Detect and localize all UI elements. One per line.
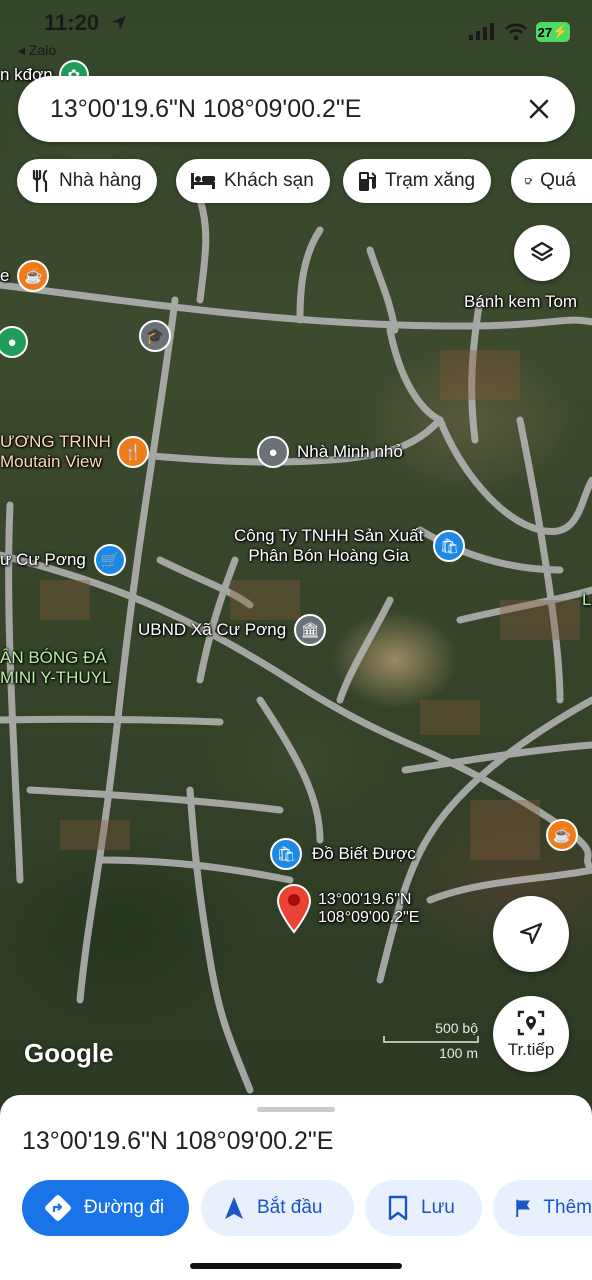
cellular-signal-icon	[469, 23, 494, 40]
more-button[interactable]: Thêm	[493, 1180, 592, 1236]
directions-button[interactable]: Đường đi	[22, 1180, 189, 1236]
my-location-button[interactable]	[493, 896, 569, 972]
poi-restaurant[interactable]: ƯƠNG TRINH Moutain View 🍴	[0, 432, 149, 472]
pin-coord-line1: 13°00'19.6"N	[318, 891, 412, 908]
chip-label: Quá	[540, 170, 576, 191]
status-time: 11:20	[44, 10, 100, 35]
poi-label: Đồ Biết Được	[312, 844, 416, 863]
search-input[interactable]: 13°00'19.6"N 108°09'00.2"E	[50, 95, 511, 124]
poi-label-line1: Công Ty TNHH Sản Xuất	[234, 526, 424, 545]
poi-school[interactable]: 🎓	[139, 320, 171, 352]
location-arrow-icon	[112, 16, 126, 30]
graduation-cap-icon: 🎓	[139, 320, 171, 352]
chip-hotels[interactable]: Khách sạn	[176, 159, 330, 203]
clear-search-button[interactable]	[511, 81, 567, 137]
chip-label: Khách sạn	[224, 170, 314, 191]
shopping-cart-icon: 🛒	[93, 544, 126, 576]
google-logo: Google	[24, 1038, 114, 1068]
map-pin-icon: ●	[257, 436, 289, 468]
search-bar[interactable]: 13°00'19.6"N 108°09'00.2"E	[18, 76, 575, 142]
scale-bar: 500 bộ 100 m	[382, 1020, 482, 1062]
poi-right-edge[interactable]: L	[582, 590, 591, 610]
chip-label: Trạm xăng	[385, 170, 476, 191]
start-button[interactable]: Bắt đầu	[201, 1180, 354, 1236]
poi-company[interactable]: Công Ty TNHH Sản Xuất Phân Bón Hoàng Gia…	[234, 526, 466, 566]
directions-label: Đường đi	[84, 1197, 165, 1218]
chip-cafes[interactable]: Quá	[511, 159, 592, 203]
cafe-icon: ☕	[17, 260, 50, 292]
back-to-app-link[interactable]: ◂ Zalo	[18, 42, 56, 59]
close-icon	[529, 99, 549, 119]
poi-football[interactable]: ÂN BÓNG ĐÁ MINI Y-THUYL	[0, 648, 111, 688]
layers-icon	[530, 241, 554, 262]
cafe-icon: ☕	[546, 819, 578, 851]
start-label: Bắt đầu	[257, 1197, 323, 1218]
poi-nha-minh-nho[interactable]: ● Nhà Minh nhỏ	[257, 436, 403, 468]
red-pin-icon	[276, 884, 312, 934]
poi-label: ư Cư Pơng	[0, 550, 86, 569]
poi-do-biet-duoc[interactable]: 🛍 Đồ Biết Được	[270, 838, 416, 870]
poi-banh-kem[interactable]: Bánh kem Tom	[464, 292, 577, 312]
poi-label-line1: ÂN BÓNG ĐÁ	[0, 648, 107, 667]
wifi-icon	[505, 23, 527, 41]
hotel-icon	[191, 173, 215, 189]
restaurant-icon	[32, 170, 48, 192]
poi-ubnd[interactable]: UBND Xã Cư Pơng 🏛	[138, 614, 327, 646]
dropped-pin[interactable]: 13°00'19.6"N 108°09'00.2"E	[276, 884, 419, 934]
flag-icon	[516, 1199, 530, 1217]
poi-label-line2: MINI Y-THUYL	[0, 668, 112, 687]
poi-label: L	[582, 590, 592, 609]
save-label: Lưu	[421, 1197, 455, 1218]
live-view-button[interactable]: Tr.tiếp	[493, 996, 569, 1072]
place-coordinates: 13°00'19.6"N 108°09'00.2"E	[22, 1127, 334, 1155]
navigation-arrow-icon	[225, 1197, 243, 1219]
layers-button[interactable]	[514, 225, 570, 281]
map-pin-icon: ●	[0, 326, 28, 358]
chip-label: Nhà hàng	[59, 170, 142, 191]
more-label: Thêm	[543, 1197, 592, 1218]
poi-label: UBND Xã Cư Pơng	[138, 620, 287, 639]
poi-label-line2: Phân Bón Hoàng Gia	[248, 546, 409, 565]
gas-station-icon	[359, 172, 376, 191]
charging-bolt-icon: ⚡	[552, 24, 569, 39]
sheet-drag-handle[interactable]	[257, 1107, 335, 1112]
scale-meters: 100 m	[439, 1045, 478, 1061]
status-bar: 11:20 ◂ Zalo 27 ⚡	[0, 0, 592, 58]
restaurant-icon: 🍴	[116, 436, 149, 468]
navigation-arrow-icon	[519, 922, 543, 945]
chip-restaurants[interactable]: Nhà hàng	[17, 159, 158, 203]
poi-green-left[interactable]: ●	[0, 326, 28, 358]
pin-coord-line2: 108°09'00.2"E	[318, 909, 420, 926]
live-view-icon	[517, 1010, 545, 1036]
poi-label-line1: ƯƠNG TRINH	[0, 432, 111, 451]
shopping-bag-icon: 🛍	[433, 530, 466, 562]
cafe-icon	[525, 178, 533, 185]
bookmark-icon	[388, 1195, 408, 1221]
poi-cafe-left[interactable]: e ☕	[0, 260, 50, 292]
home-indicator	[190, 1263, 402, 1269]
directions-icon	[45, 1195, 71, 1221]
chip-gas-stations[interactable]: Trạm xăng	[343, 159, 492, 203]
poi-cafe-right[interactable]: ☕	[546, 819, 578, 851]
bottom-sheet[interactable]: 13°00'19.6"N 108°09'00.2"E Đường đi Bắt …	[0, 1095, 592, 1280]
poi-label: Bánh kem Tom	[464, 292, 578, 311]
battery-level: 27	[537, 24, 553, 40]
poi-cu-pong-shop[interactable]: ư Cư Pơng 🛒	[0, 544, 126, 576]
shopping-bag-icon: 🛍	[270, 838, 302, 870]
government-building-icon: 🏛	[294, 614, 327, 646]
status-right: 27 ⚡	[468, 22, 570, 42]
battery-indicator: 27 ⚡	[536, 22, 570, 42]
poi-label: Nhà Minh nhỏ	[297, 442, 403, 461]
save-button[interactable]: Lưu	[365, 1180, 482, 1236]
poi-label: e	[0, 266, 10, 285]
live-view-label: Tr.tiếp	[507, 1040, 555, 1059]
poi-label-line2: Moutain View	[0, 452, 102, 471]
